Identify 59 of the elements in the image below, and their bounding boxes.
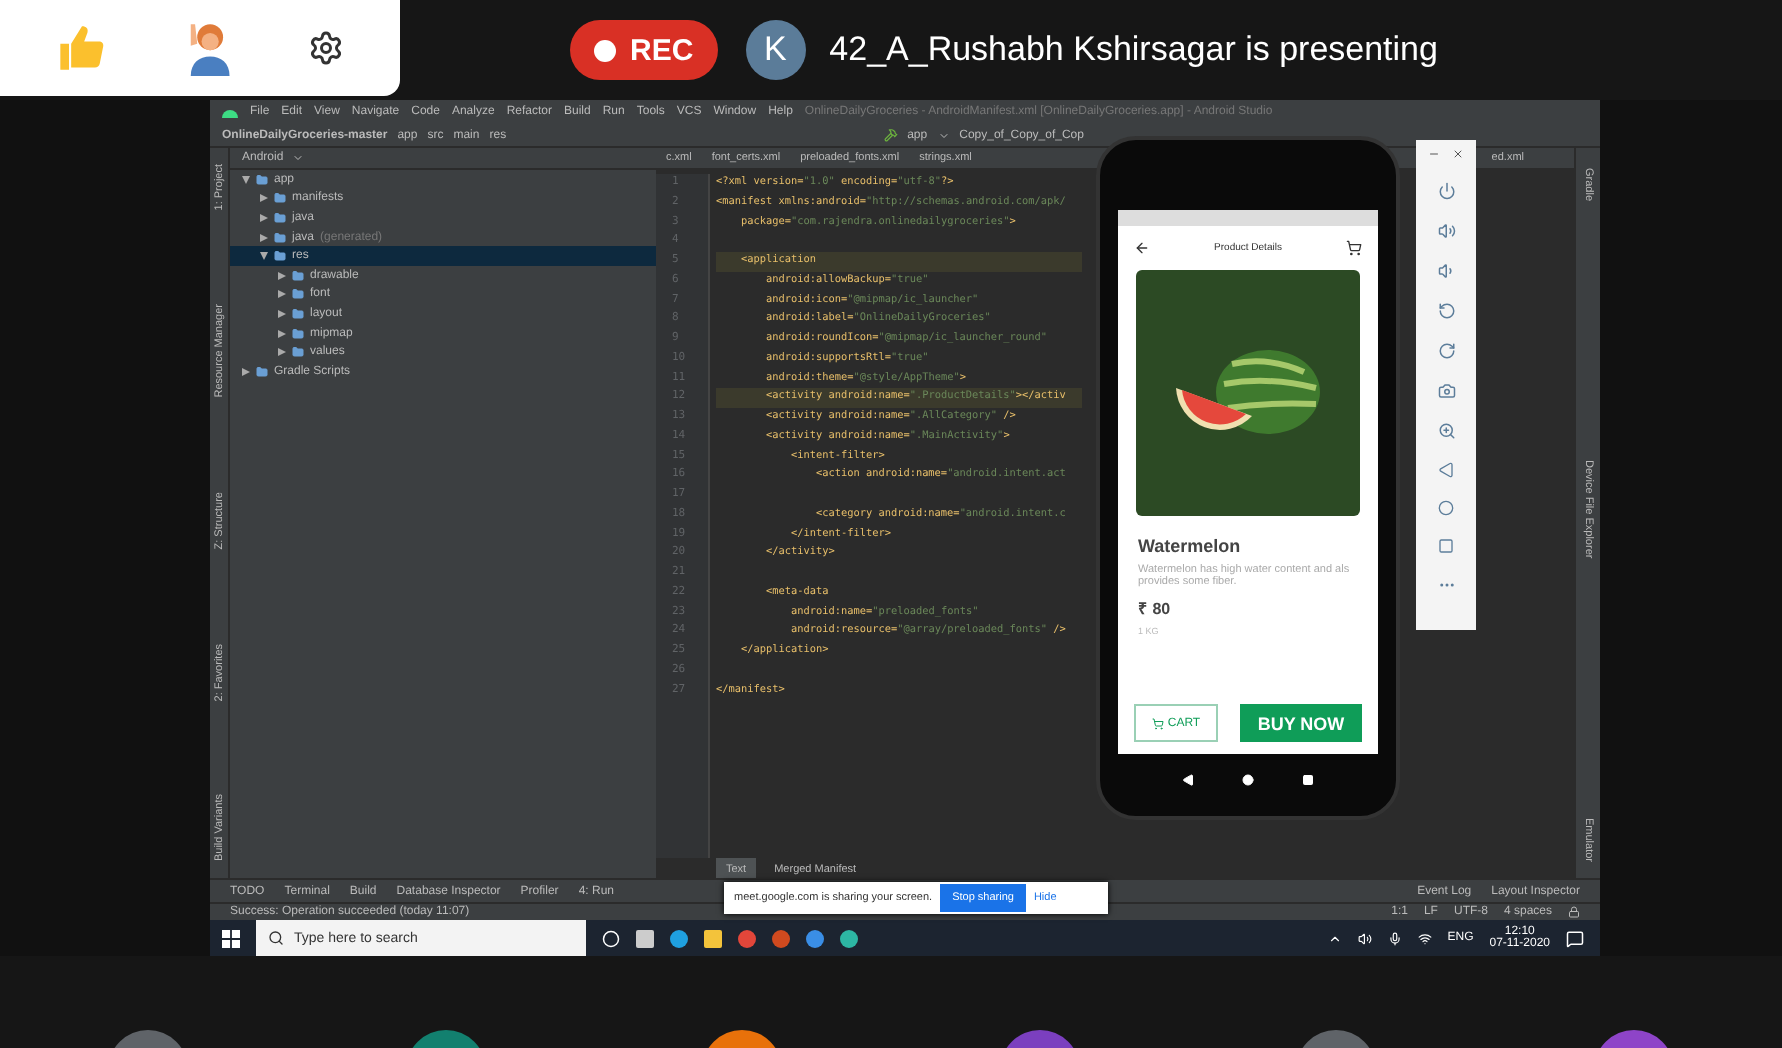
folder-icon [256,365,268,378]
android-icon [222,106,238,118]
folder-icon [274,211,286,224]
dropdown-caret-icon[interactable] [291,152,304,164]
close-icon[interactable] [1452,148,1464,160]
folder-icon [274,231,286,244]
folder-icon [292,327,304,340]
power-icon[interactable] [1437,182,1455,200]
chevron-up-icon[interactable] [1327,931,1342,945]
search-icon [268,930,284,946]
expand-arrow-icon[interactable] [260,252,268,261]
windows-logo-icon[interactable] [222,929,240,947]
volume-down-icon[interactable] [1437,262,1455,280]
zoom-icon[interactable] [1437,422,1455,440]
settings-icon[interactable] [307,30,344,66]
expand-arrow-icon[interactable] [242,175,250,184]
product-name: Watermelon [1138,536,1243,556]
expand-arrow-icon[interactable] [278,309,286,318]
folder-icon [292,288,304,301]
cart-icon[interactable] [1346,240,1362,256]
notification-icon[interactable] [1566,929,1584,947]
presenting-label: 42_A_Rushabh Kshirsagar is presenting [829,30,1438,70]
expand-arrow-icon[interactable] [278,271,286,280]
volume-up-icon[interactable] [1437,222,1455,240]
expand-arrow-icon[interactable] [278,290,286,299]
thumbs-up-icon[interactable] [56,22,109,74]
expand-arrow-icon[interactable] [242,367,250,376]
expand-arrow-icon[interactable] [260,194,268,203]
speaker-icon[interactable] [1357,931,1372,945]
browser-icon[interactable] [670,929,688,947]
cart-icon [1151,717,1164,729]
expand-arrow-icon[interactable] [260,213,268,222]
network-icon[interactable] [1417,931,1432,945]
browser-icon[interactable] [738,929,756,947]
record-dot-icon [594,39,616,61]
buy-now-button[interactable]: BUY NOW [1240,704,1362,742]
rotate-right-icon[interactable] [1437,342,1455,360]
dropdown-caret-icon[interactable] [937,129,950,141]
task-view-icon[interactable] [636,929,654,947]
rotate-left-icon[interactable] [1437,302,1455,320]
expand-arrow-icon[interactable] [278,329,286,338]
back-arrow-icon[interactable] [1134,240,1150,256]
folder-icon [292,346,304,359]
expand-arrow-icon[interactable] [260,233,268,242]
lock-icon[interactable] [1568,906,1580,918]
folder-icon [292,269,304,282]
folder-icon [292,307,304,320]
microphone-icon[interactable] [1387,931,1402,945]
circle-icon[interactable] [602,929,620,947]
product-price: ₹ 80 [1138,598,1173,618]
folder-icon [274,250,286,263]
rec-badge: REC [570,20,718,80]
folder-icon [274,192,286,205]
camera-icon[interactable] [1437,382,1455,400]
presenter-avatar: K [745,20,806,80]
expand-arrow-icon[interactable] [278,348,286,357]
hammer-icon[interactable] [883,128,898,142]
folder-icon[interactable] [704,929,722,947]
folder-icon [256,173,268,186]
